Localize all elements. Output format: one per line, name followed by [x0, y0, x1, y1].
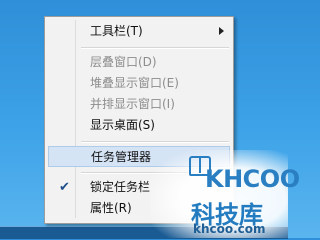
- menu-separator: [81, 141, 229, 143]
- menu-item-label: 锁定任务栏: [90, 180, 151, 194]
- menu-separator: [81, 47, 229, 49]
- menu-item-toolbars[interactable]: 工具栏(T): [48, 21, 230, 42]
- chevron-right-icon: [219, 27, 224, 35]
- menu-item-label: 并排显示窗口(I): [90, 97, 175, 111]
- menu-item-label: 显示桌面(S): [90, 118, 155, 132]
- menu-item-show-desktop[interactable]: 显示桌面(S): [48, 115, 230, 136]
- menu-item-label: 层叠窗口(D): [90, 55, 157, 69]
- menu-item-label: 属性(R): [90, 201, 132, 215]
- menu-item-cascade-windows[interactable]: 层叠窗口(D): [48, 52, 230, 73]
- watermark-brand: KHCOO: [205, 165, 300, 193]
- menu-item-label: 堆叠显示窗口(E): [90, 76, 179, 90]
- menu-item-label: 任务管理器: [91, 150, 152, 164]
- menu-item-stacked-windows[interactable]: 堆叠显示窗口(E): [48, 73, 230, 94]
- checkmark-icon: ✔: [59, 180, 70, 195]
- watermark-domain: khcoo.com: [193, 222, 266, 236]
- menu-item-label: 工具栏(T): [90, 24, 143, 38]
- menu-item-side-by-side-windows[interactable]: 并排显示窗口(I): [48, 94, 230, 115]
